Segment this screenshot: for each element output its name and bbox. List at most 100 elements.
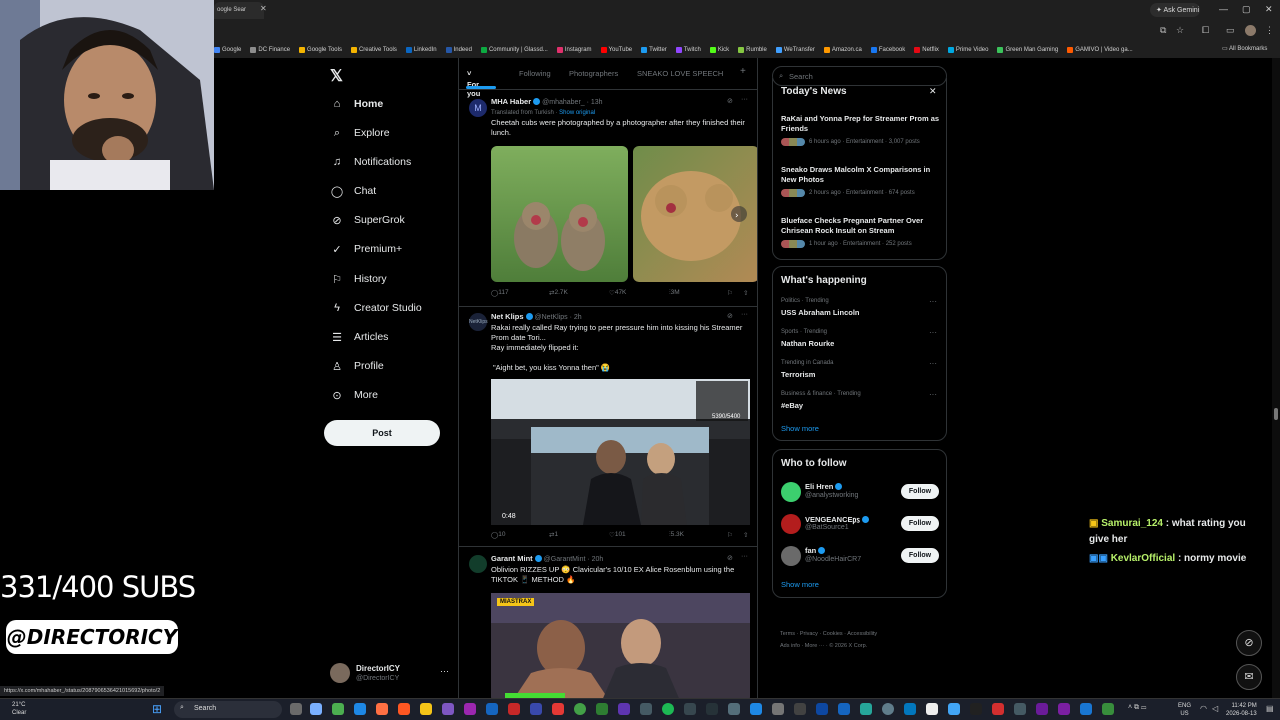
- app-icon[interactable]: [684, 703, 696, 715]
- bookmark-item[interactable]: Creative Tools: [350, 47, 397, 53]
- bookmark-item[interactable]: LinkedIn: [405, 47, 437, 53]
- reply-button[interactable]: ◯ 10: [491, 531, 506, 539]
- opera-icon[interactable]: [552, 703, 564, 715]
- notification-icon[interactable]: ▤: [1266, 704, 1274, 713]
- app-icon[interactable]: [970, 703, 982, 715]
- follow-button[interactable]: Follow: [901, 548, 939, 563]
- trend-name[interactable]: #eBay: [781, 401, 803, 410]
- volume-icon[interactable]: ◁: [1212, 704, 1218, 713]
- ask-gemini-button[interactable]: ✦ Ask Gemini: [1150, 3, 1200, 17]
- grok-float-icon[interactable]: ⊘: [1236, 630, 1262, 656]
- task-view-icon[interactable]: [290, 703, 302, 715]
- page-scrollbar[interactable]: [1272, 58, 1280, 700]
- post-garant-mint[interactable]: Garant Mint @GarantMint · 20h ⊘ ··· Obliv…: [459, 547, 757, 700]
- show-more-link[interactable]: Show more: [781, 424, 819, 433]
- weather-widget[interactable]: 21°C Clear: [12, 701, 26, 717]
- app-icon[interactable]: [1058, 703, 1070, 715]
- x-app-icon[interactable]: [926, 703, 938, 715]
- bookmark-item[interactable]: Prime Video: [947, 47, 988, 53]
- bookmark-item[interactable]: DC Finance: [250, 47, 290, 53]
- windows-start-icon[interactable]: ⊞: [152, 702, 162, 716]
- like-button[interactable]: ♡ 47K: [609, 289, 626, 297]
- nav-articles[interactable]: ☰ Articles: [330, 327, 388, 347]
- post-media-carousel[interactable]: ›: [491, 146, 758, 282]
- browser-tab[interactable]: oogle Sear: [214, 2, 264, 19]
- more-dots-icon[interactable]: ···: [929, 297, 937, 306]
- app-icon[interactable]: [706, 703, 718, 715]
- repost-button[interactable]: ⇄ 2.7K: [549, 289, 568, 297]
- news-headline[interactable]: RaKai and Yonna Prep for Streamer Prom a…: [781, 114, 943, 134]
- footer-line[interactable]: Ads info · More ··· · © 2026 X Corp.: [780, 640, 940, 652]
- bookmark-item[interactable]: Amazon.ca: [823, 47, 862, 53]
- share-icon[interactable]: ⇧: [743, 289, 748, 297]
- follow-button[interactable]: Follow: [901, 516, 939, 531]
- news-headline[interactable]: Blueface Checks Pregnant Partner Over Ch…: [781, 216, 943, 236]
- taskbar-search[interactable]: ⌕ Search: [174, 701, 282, 718]
- footer-line[interactable]: Terms · Privacy · Cookies · Accessibilit…: [780, 628, 940, 640]
- add-tab-icon[interactable]: +: [740, 66, 746, 77]
- grok-icon[interactable]: ⊘: [727, 312, 733, 320]
- post-button[interactable]: Post: [324, 420, 440, 446]
- share-icon[interactable]: ⇧: [743, 531, 748, 539]
- install-icon[interactable]: ⧉: [1160, 25, 1166, 36]
- close-window-icon[interactable]: ✕: [1265, 4, 1273, 15]
- tab-for-you[interactable]: For you ˅: [467, 69, 480, 98]
- bookmark-item[interactable]: Twitch: [675, 47, 701, 53]
- show-more-link[interactable]: Show more: [781, 580, 819, 589]
- post-video[interactable]: [491, 379, 750, 525]
- grok-icon[interactable]: ⊘: [727, 554, 733, 562]
- app-icon[interactable]: [882, 703, 894, 715]
- more-dots-icon[interactable]: ···: [741, 553, 748, 560]
- show-original-link[interactable]: Show original: [559, 110, 595, 116]
- nav-chat[interactable]: ◯ Chat: [330, 181, 376, 201]
- x-logo-icon[interactable]: 𝕏: [330, 66, 343, 86]
- browser-menu-icon[interactable]: ⋮: [1265, 25, 1274, 36]
- nav-profile[interactable]: ♙ Profile: [330, 356, 384, 376]
- spotify-icon[interactable]: [662, 703, 674, 715]
- more-dots-icon[interactable]: ···: [741, 311, 748, 318]
- nav-supergrok[interactable]: ⊘ SuperGrok: [330, 210, 404, 230]
- app-icon[interactable]: [486, 703, 498, 715]
- bookmark-item[interactable]: Netflix: [914, 47, 939, 53]
- post-video[interactable]: [491, 593, 750, 700]
- app-icon[interactable]: [442, 703, 454, 715]
- grok-icon[interactable]: ⊘: [727, 97, 733, 105]
- app-icon[interactable]: [530, 703, 542, 715]
- close-icon[interactable]: ✕: [929, 86, 937, 97]
- more-dots-icon[interactable]: ···: [929, 359, 937, 368]
- app-icon[interactable]: [904, 703, 916, 715]
- nav-premium[interactable]: ✓ Premium+: [330, 239, 402, 259]
- trend-name[interactable]: Nathan Rourke: [781, 339, 834, 348]
- bookmark-star-icon[interactable]: ☆: [1176, 25, 1184, 36]
- app-icon[interactable]: [464, 703, 476, 715]
- more-dots-icon[interactable]: ···: [929, 328, 937, 337]
- steam-icon[interactable]: [838, 703, 850, 715]
- app-icon[interactable]: [860, 703, 872, 715]
- app-icon[interactable]: [816, 703, 828, 715]
- scrollbar-thumb[interactable]: [1274, 408, 1278, 420]
- maximize-icon[interactable]: ▢: [1242, 4, 1251, 15]
- trend-name[interactable]: Terrorism: [781, 370, 815, 379]
- language-indicator[interactable]: ENG US: [1178, 702, 1191, 718]
- bookmark-item[interactable]: GAMIVO | Video ga...: [1067, 47, 1133, 53]
- app-icon[interactable]: [332, 703, 344, 715]
- profile-avatar[interactable]: [1245, 25, 1256, 36]
- folder-icon[interactable]: [420, 703, 432, 715]
- more-dots-icon[interactable]: ···: [741, 96, 748, 103]
- bookmark-item[interactable]: WeTransfer: [775, 47, 815, 53]
- bookmark-item[interactable]: Facebook: [870, 47, 905, 53]
- views-button[interactable]: ⫶ 3M: [669, 289, 680, 297]
- edge-icon[interactable]: [354, 703, 366, 715]
- bookmark-item[interactable]: Instagram: [556, 47, 592, 53]
- follow-button[interactable]: Follow: [901, 484, 939, 499]
- like-button[interactable]: ♡ 101: [609, 531, 626, 539]
- bookmark-icon[interactable]: ⚐: [727, 289, 733, 297]
- app-icon[interactable]: [1080, 703, 1092, 715]
- brave-icon[interactable]: [398, 703, 410, 715]
- all-bookmarks-button[interactable]: ▭ All Bookmarks: [1222, 45, 1267, 52]
- nav-history[interactable]: ⚐ History: [330, 269, 387, 289]
- extensions-icon[interactable]: ⧠: [1202, 25, 1209, 36]
- bookmark-item[interactable]: Google Tools: [299, 47, 342, 53]
- repost-button[interactable]: ⇄ 1: [549, 531, 558, 539]
- app-icon[interactable]: [508, 703, 520, 715]
